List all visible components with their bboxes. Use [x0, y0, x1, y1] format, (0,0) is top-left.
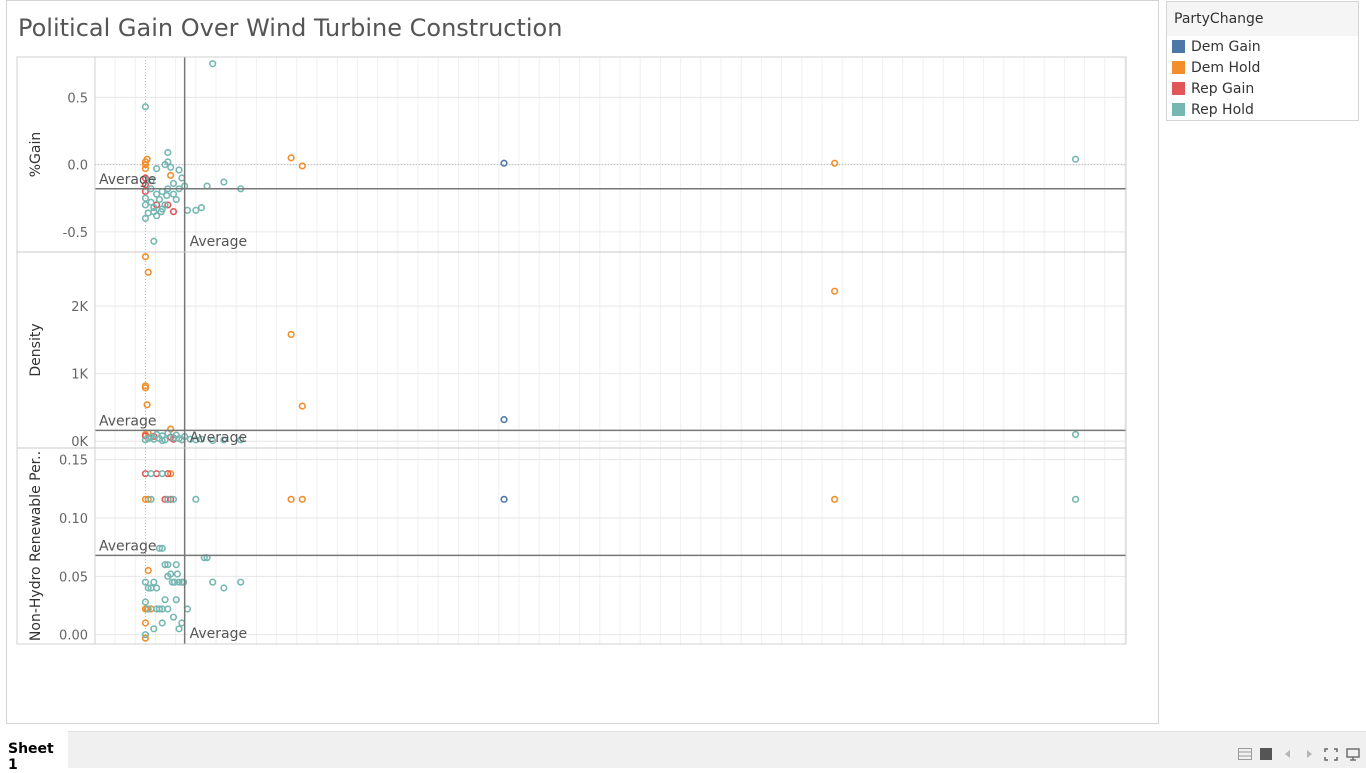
data-point-rep-hold	[172, 596, 180, 604]
legend-swatch	[1172, 103, 1185, 116]
y-axis-title: Non-Hydro Renewable Per..	[28, 451, 44, 641]
data-point-dem-hold	[287, 330, 295, 339]
data-point-rep-hold	[1071, 430, 1080, 439]
data-point-rep-hold	[163, 191, 171, 200]
presentation-icon[interactable]	[1346, 748, 1360, 761]
average-label: Average	[99, 172, 157, 188]
data-point-rep-hold	[153, 584, 161, 592]
data-point-rep-hold	[172, 561, 180, 569]
legend-swatch	[1172, 82, 1185, 95]
legend-swatch	[1172, 40, 1185, 53]
data-point-rep-hold	[175, 166, 183, 174]
data-point-dem-gain	[500, 159, 508, 167]
data-point-rep-hold	[155, 195, 164, 204]
scatter-chart[interactable]: 0.50.0-0.5AverageAverage%Gain2K1K0KAvera…	[0, 0, 1160, 725]
data-point-dem-hold	[298, 495, 306, 503]
data-point-rep-gain	[153, 470, 161, 478]
data-point-rep-hold	[209, 578, 217, 586]
data-point-rep-hold	[175, 625, 183, 633]
data-point-rep-hold	[209, 60, 217, 68]
data-point-dem-hold	[144, 566, 152, 575]
data-point-dem-hold	[287, 154, 295, 162]
data-point-rep-hold	[161, 596, 169, 604]
data-point-rep-hold	[147, 470, 155, 478]
data-point-dem-hold	[143, 401, 151, 409]
data-point-rep-hold	[164, 148, 172, 157]
legend-item-dem-hold[interactable]: Dem Hold	[1167, 57, 1358, 78]
data-point-rep-hold	[1071, 495, 1080, 503]
average-label: Average	[99, 538, 157, 554]
average-label: Average	[190, 234, 248, 250]
data-point-rep-hold	[178, 619, 186, 627]
data-point-rep-hold	[197, 204, 206, 212]
y-tick-label: -0.5	[63, 226, 88, 241]
data-point-rep-hold	[220, 584, 228, 592]
legend-label: Rep Gain	[1191, 80, 1255, 97]
data-point-dem-hold	[287, 495, 295, 503]
legend-label: Dem Hold	[1191, 59, 1261, 76]
tab-sheet-1[interactable]: Sheet 1	[0, 731, 68, 773]
data-point-rep-hold	[1071, 155, 1080, 163]
average-label: Average	[190, 626, 248, 642]
legend-swatch	[1172, 61, 1185, 74]
data-point-dem-hold	[298, 162, 306, 170]
previous-icon[interactable]	[1283, 749, 1293, 759]
sheet-tab-bar: Sheet 1	[0, 731, 1366, 773]
data-point-dem-hold	[167, 171, 175, 179]
data-point-rep-hold	[164, 605, 172, 613]
data-point-rep-hold	[158, 619, 166, 627]
legend-label: Rep Hold	[1191, 101, 1254, 118]
next-icon[interactable]	[1304, 749, 1314, 759]
y-axis-title: %Gain	[28, 132, 44, 178]
data-point-dem-hold	[831, 495, 839, 503]
data-point-dem-hold	[831, 287, 839, 295]
y-tick-label: 0.0	[67, 159, 88, 174]
y-tick-label: 0.5	[67, 91, 88, 106]
y-tick-label: 0.15	[59, 454, 88, 469]
data-point-dem-hold	[298, 402, 306, 410]
y-tick-label: 0.10	[59, 512, 88, 527]
data-point-rep-hold	[237, 578, 245, 586]
y-axis-title: Density	[28, 323, 44, 376]
legend-item-rep-gain[interactable]: Rep Gain	[1167, 78, 1358, 99]
show-sheets-icon[interactable]	[1238, 748, 1252, 760]
y-tick-label: 0.00	[59, 629, 88, 644]
data-point-rep-hold	[183, 206, 192, 214]
data-point-rep-hold	[183, 605, 192, 613]
average-label: Average	[99, 413, 157, 429]
data-point-dem-hold	[831, 159, 839, 167]
data-point-rep-hold	[158, 470, 166, 478]
data-point-rep-hold	[178, 174, 186, 182]
y-tick-label: 1K	[71, 368, 88, 383]
y-tick-label: 0.05	[59, 570, 88, 585]
legend[interactable]: PartyChange Dem Gain Dem Hold Rep Gain Rep …	[1166, 1, 1359, 121]
legend-item-rep-hold[interactable]: Rep Hold	[1167, 99, 1358, 120]
fullscreen-icon[interactable]	[1324, 748, 1338, 761]
data-point-rep-hold	[144, 209, 152, 217]
average-label: Average	[190, 430, 248, 446]
data-point-dem-gain	[500, 495, 508, 503]
data-point-rep-hold	[167, 163, 175, 171]
y-tick-label: 2K	[71, 300, 88, 315]
data-point-rep-hold	[220, 178, 228, 186]
data-point-dem-gain	[500, 416, 508, 424]
data-point-rep-hold	[153, 165, 161, 173]
legend-title: PartyChange	[1167, 2, 1358, 36]
data-point-dem-hold	[144, 268, 152, 276]
legend-label: Dem Gain	[1191, 38, 1261, 55]
legend-item-dem-gain[interactable]: Dem Gain	[1167, 36, 1358, 57]
filmstrip-icon[interactable]	[1260, 748, 1272, 760]
